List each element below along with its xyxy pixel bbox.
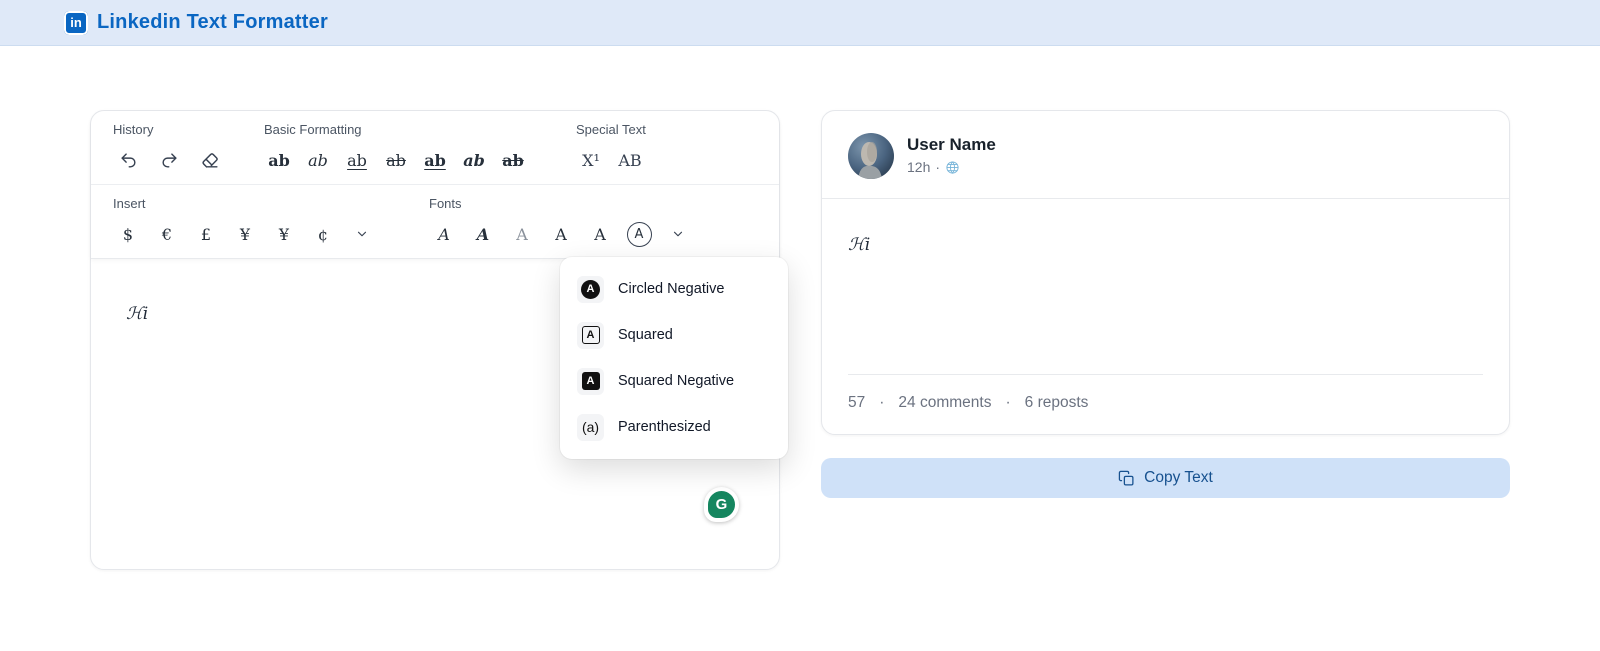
menu-item-label: Parenthesized (618, 419, 711, 435)
squared-negative-icon: A (581, 372, 600, 390)
reposts-count: 6 reposts (1024, 394, 1089, 411)
squared-icon: A (581, 326, 600, 344)
menu-item-circled-negative[interactable]: A Circled Negative (560, 266, 788, 312)
post-author-name: User Name (907, 135, 996, 154)
underline-button[interactable]: ab (342, 146, 372, 174)
circled-a-icon: A (626, 221, 652, 247)
fonts-group: Fonts A A A A A A (429, 196, 757, 249)
clear-formatting-button[interactable] (195, 146, 225, 174)
undo-button[interactable] (113, 146, 143, 174)
special-text-label: Special Text (576, 122, 646, 137)
post-content: ℋi (822, 199, 1509, 374)
copy-text-label: Copy Text (1144, 469, 1213, 486)
menu-item-label: Squared Negative (618, 373, 735, 389)
comments-count: 24 comments (898, 394, 992, 411)
basic-formatting-label: Basic Formatting (264, 122, 362, 137)
insert-more-button[interactable] (347, 220, 377, 248)
font-fraktur-button[interactable]: A (468, 220, 498, 248)
meta-separator: · (935, 159, 941, 175)
app-root: in Linkedin Text Formatter History Basic… (0, 0, 1600, 651)
font-serif-button[interactable]: A (546, 220, 576, 248)
toolbar-row-2: Insert $ € £ ¥ ¥ ¢ Fonts A A A A A A (91, 184, 779, 258)
insert-cent-button[interactable]: ¢ (308, 220, 338, 248)
insert-dollar-button[interactable]: $ (113, 220, 143, 248)
special-text-group: Special Text X¹ AB (576, 122, 757, 175)
italic-button[interactable]: ab (303, 146, 333, 174)
insert-yuan-button[interactable]: ¥ (269, 220, 299, 248)
post-header: User Name 12h · (822, 111, 1509, 199)
menu-item-squared[interactable]: A Squared (560, 312, 788, 358)
history-group: History (113, 122, 264, 175)
avatar-image (848, 133, 894, 179)
insert-euro-button[interactable]: € (152, 220, 182, 248)
stats-separator: · (1005, 394, 1011, 411)
menu-item-parenthesized[interactable]: (a) Parenthesized (560, 404, 788, 450)
grammarly-button[interactable]: G (704, 487, 739, 522)
stats-separator: · (879, 394, 885, 411)
grammarly-icon: G (708, 491, 735, 518)
copy-icon (1118, 470, 1134, 486)
menu-icon-tile: A (577, 321, 604, 349)
font-style-dropdown: A Circled Negative A Squared A Squared N… (560, 257, 788, 459)
post-text: ℋi (848, 235, 871, 255)
superscript-button[interactable]: X¹ (576, 146, 606, 174)
bold-underline-button[interactable]: ab (420, 146, 450, 174)
basic-formatting-group: Basic Formatting ab ab ab ab ab ab ab (264, 122, 576, 175)
copy-text-button[interactable]: Copy Text (821, 458, 1510, 498)
linkedin-logo-icon: in (64, 10, 88, 35)
redo-icon (161, 152, 177, 168)
undo-icon (120, 152, 136, 168)
page-title: Linkedin Text Formatter (97, 11, 328, 33)
reactions-count: 57 (848, 394, 866, 411)
strikethrough-button[interactable]: ab (381, 146, 411, 174)
parenthesized-icon: (a) (581, 419, 600, 435)
menu-icon-tile: A (577, 367, 604, 395)
post-meta: 12h · (907, 159, 996, 175)
post-stats: 57 · 24 comments · 6 reposts (822, 375, 1509, 434)
fonts-label: Fonts (429, 196, 462, 211)
post-timestamp: 12h (907, 159, 931, 175)
insert-group: Insert $ € £ ¥ ¥ ¢ (113, 196, 429, 249)
fonts-more-button[interactable] (663, 220, 693, 248)
redo-button[interactable] (154, 146, 184, 174)
avatar (848, 133, 894, 179)
menu-icon-tile: (a) (577, 413, 604, 441)
history-label: History (113, 122, 154, 137)
insert-label: Insert (113, 196, 146, 211)
insert-yen-button[interactable]: ¥ (230, 220, 260, 248)
chevron-down-icon (357, 231, 367, 237)
eraser-icon (201, 152, 218, 168)
circled-negative-icon: A (581, 279, 600, 299)
globe-icon (946, 160, 959, 174)
menu-item-label: Circled Negative (618, 281, 725, 297)
post-author-block: User Name 12h · (907, 133, 996, 179)
font-script-button[interactable]: A (429, 220, 459, 248)
bold-italic-button[interactable]: ab (459, 146, 489, 174)
bold-button[interactable]: ab (264, 146, 294, 174)
menu-icon-tile: A (577, 275, 604, 303)
menu-item-label: Squared (618, 327, 673, 343)
chevron-down-icon (673, 231, 683, 237)
font-circled-button[interactable]: A (624, 220, 654, 248)
font-double-struck-button[interactable]: A (507, 220, 537, 248)
fullwidth-button[interactable]: AB (615, 146, 645, 174)
menu-item-squared-negative[interactable]: A Squared Negative (560, 358, 788, 404)
post-preview-card: User Name 12h · ℋi 57 · 24 comments · 6 … (821, 110, 1510, 435)
app-header: in Linkedin Text Formatter (0, 0, 1600, 46)
insert-pound-button[interactable]: £ (191, 220, 221, 248)
toolbar-row-1: History Basic Formatting ab ab ab ab ab … (91, 111, 779, 184)
formatting-toolbar: History Basic Formatting ab ab ab ab ab … (91, 111, 779, 259)
font-sans-button[interactable]: A (585, 220, 615, 248)
bold-strikethrough-button[interactable]: ab (498, 146, 528, 174)
